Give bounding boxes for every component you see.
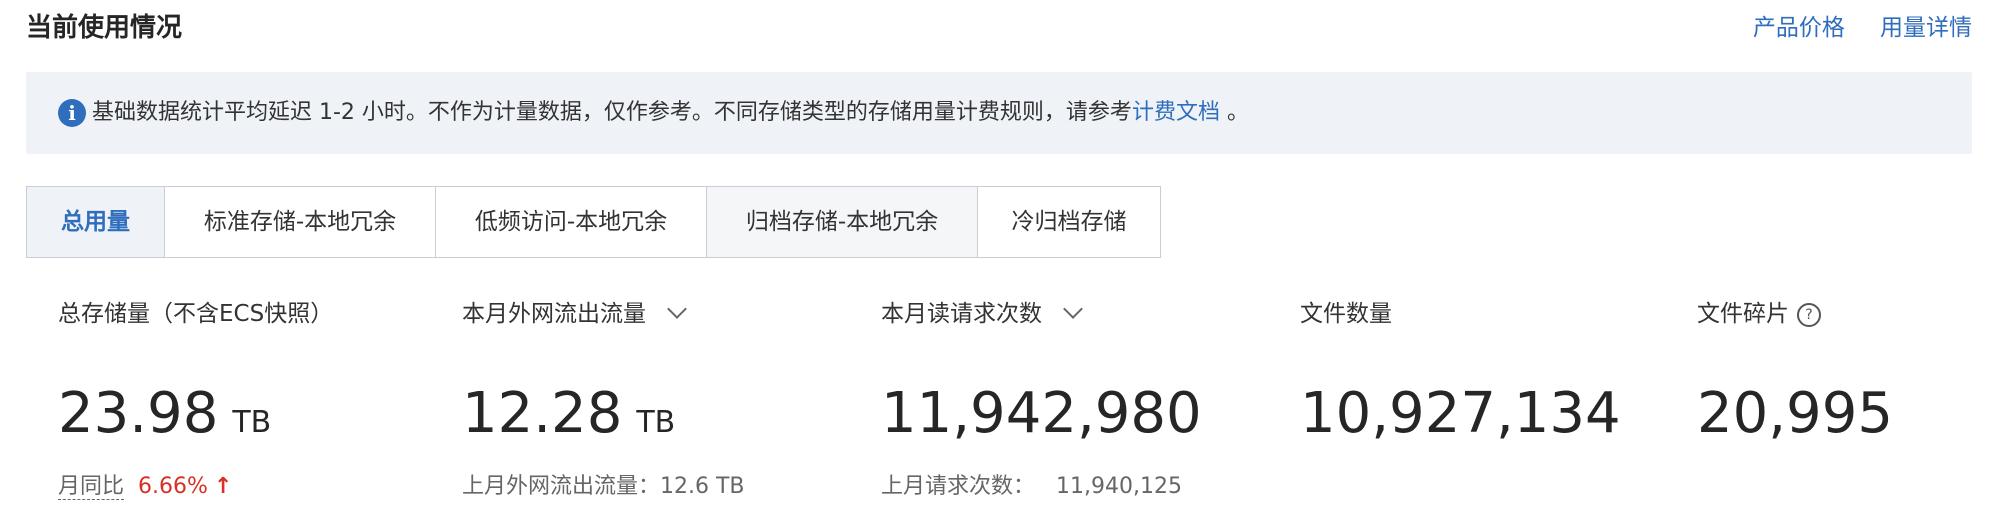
- stat-value: 12.28 TB: [462, 381, 676, 446]
- tab-standard-lrs[interactable]: 标准存储-本地冗余: [165, 187, 436, 257]
- stat-read-requests: 本月读请求次数 11,942,980 上月请求次数： 11,940,125: [881, 296, 1202, 499]
- stat-label: 文件碎片?: [1697, 296, 1821, 332]
- product-price-link[interactable]: 产品价格: [1753, 15, 1845, 41]
- stat-file-count: 文件数量 10,927,134: [1300, 296, 1621, 444]
- stat-value: 23.98 TB: [58, 381, 272, 446]
- stat-sub: 月同比 6.66% ↑: [58, 472, 232, 502]
- tab-cold-archive[interactable]: 冷归档存储: [978, 187, 1160, 257]
- tab-infrequent-lrs[interactable]: 低频访问-本地冗余: [436, 187, 707, 257]
- info-icon: i: [58, 99, 86, 127]
- info-notice: i 基础数据统计平均延迟 1-2 小时。不作为计量数据，仅作参考。不同存储类型的…: [26, 72, 1972, 154]
- stat-unit: TB: [232, 405, 272, 440]
- stat-label: 本月读请求次数: [881, 296, 1083, 332]
- chevron-down-icon[interactable]: [1063, 299, 1083, 319]
- page-title: 当前使用情况: [26, 13, 183, 43]
- tab-archive-lrs[interactable]: 归档存储-本地冗余: [707, 187, 978, 257]
- arrow-up-icon: ↑: [213, 474, 233, 499]
- chevron-down-icon[interactable]: [667, 299, 687, 319]
- stat-unit: TB: [636, 405, 676, 440]
- page-header: 当前使用情况 产品价格 用量详情: [26, 8, 1972, 48]
- stat-label: 总存储量（不含ECS快照）: [58, 301, 334, 327]
- storage-type-tabs: 总用量 标准存储-本地冗余 低频访问-本地冗余 归档存储-本地冗余 冷归档存储: [26, 186, 1161, 258]
- mom-value: 6.66%: [138, 474, 208, 499]
- stat-file-fragments: 文件碎片? 20,995: [1697, 296, 1893, 444]
- stat-value: 11,942,980: [881, 381, 1202, 446]
- stat-total-storage: 总存储量（不含ECS快照） 23.98 TB 月同比 6.66% ↑: [58, 296, 334, 500]
- stat-value: 20,995: [1697, 381, 1893, 446]
- tab-total-usage[interactable]: 总用量: [27, 187, 165, 257]
- stat-outbound-traffic: 本月外网流出流量 12.28 TB 上月外网流出流量：12.6 TB: [462, 296, 745, 499]
- stat-sub: 上月外网流出流量：12.6 TB: [462, 474, 745, 499]
- stat-label: 本月外网流出流量: [462, 296, 687, 332]
- help-icon[interactable]: ?: [1797, 302, 1821, 327]
- usage-details-link[interactable]: 用量详情: [1880, 15, 1972, 41]
- stat-value: 10,927,134: [1300, 381, 1621, 446]
- stat-label: 文件数量: [1300, 301, 1392, 327]
- notice-text: 基础数据统计平均延迟 1-2 小时。不作为计量数据，仅作参考。不同存储类型的存储…: [92, 100, 1249, 125]
- header-links: 产品价格 用量详情: [1723, 8, 1972, 50]
- stat-sub: 上月请求次数： 11,940,125: [881, 474, 1182, 499]
- billing-doc-link[interactable]: 计费文档: [1132, 100, 1220, 125]
- mom-label[interactable]: 月同比: [58, 474, 125, 500]
